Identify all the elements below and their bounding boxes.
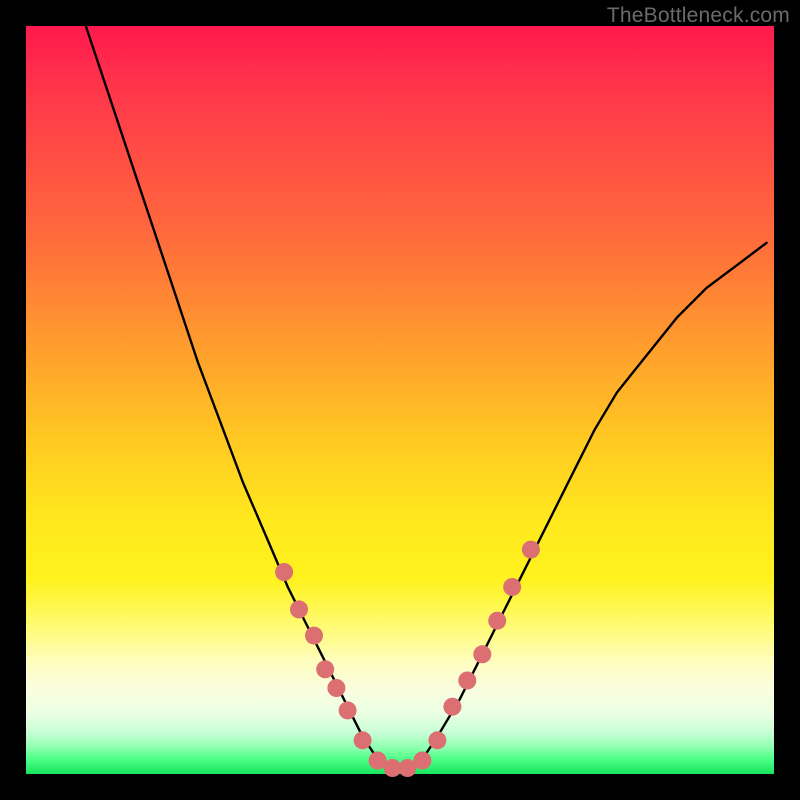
dot-marker xyxy=(443,698,461,716)
dot-marker xyxy=(327,679,345,697)
dot-marker xyxy=(458,672,476,690)
dot-marker xyxy=(488,612,506,630)
chart-svg xyxy=(26,26,774,774)
curve-line xyxy=(86,26,767,770)
scatter-dots xyxy=(275,541,540,777)
dot-marker xyxy=(428,731,446,749)
dot-marker xyxy=(339,701,357,719)
dot-marker xyxy=(305,627,323,645)
dot-marker xyxy=(275,563,293,581)
dot-marker xyxy=(503,578,521,596)
dot-marker xyxy=(354,731,372,749)
plot-area xyxy=(26,26,774,774)
chart-frame: TheBottleneck.com xyxy=(0,0,800,800)
dot-marker xyxy=(316,660,334,678)
dot-marker xyxy=(522,541,540,559)
dot-marker xyxy=(413,752,431,770)
watermark-label: TheBottleneck.com xyxy=(607,4,790,28)
dot-marker xyxy=(473,645,491,663)
dot-marker xyxy=(290,600,308,618)
